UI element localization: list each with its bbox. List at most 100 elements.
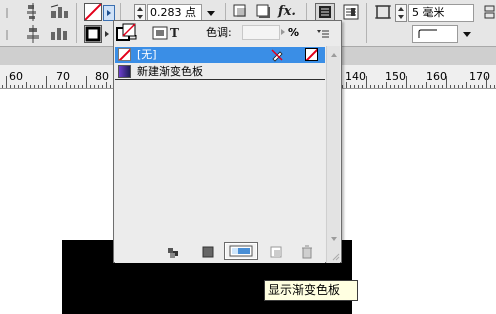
align-distribute-icon[interactable] xyxy=(24,3,42,21)
ruler-tick xyxy=(358,85,359,88)
ruler-tick xyxy=(10,85,11,88)
ruler-tick xyxy=(66,82,67,88)
ruler-tick xyxy=(382,85,383,88)
toolbar-separator xyxy=(366,3,367,43)
ruler-tick xyxy=(26,82,27,88)
tint-input[interactable] xyxy=(242,25,280,40)
fill-stroke-toggle-icon[interactable] xyxy=(116,23,138,43)
fill-dropdown-button[interactable] xyxy=(103,5,115,21)
ruler-tick xyxy=(386,82,387,88)
scroll-down-arrow-icon[interactable] xyxy=(327,232,341,246)
ruler-tick xyxy=(78,85,79,88)
ruler-tick xyxy=(18,85,19,88)
ruler-tick xyxy=(30,85,31,88)
ruler-tick xyxy=(366,76,367,88)
tint-label-text: 色调: xyxy=(206,26,232,39)
text-frame-options-icon[interactable] xyxy=(342,3,360,21)
toolbar-separator xyxy=(76,3,77,43)
ruler-label: 70 xyxy=(56,70,70,83)
ruler-tick xyxy=(482,85,483,88)
corner-shape-select[interactable] xyxy=(412,25,458,43)
ruler-tick xyxy=(74,85,75,88)
swatch-list: [无] 新建渐变色板 xyxy=(115,46,325,263)
ruler-tick xyxy=(434,85,435,88)
overflow-icon[interactable] xyxy=(484,4,496,20)
toolbar-edge-marker xyxy=(6,30,12,40)
shadow-box-icon[interactable] xyxy=(256,4,272,20)
ruler-tick xyxy=(402,85,403,88)
delete-swatch-trash-icon[interactable] xyxy=(300,244,314,260)
ruler-tick xyxy=(370,85,371,88)
tint-percent: % xyxy=(288,26,302,40)
ruler-tick xyxy=(474,85,475,88)
show-all-swatches-icon[interactable] xyxy=(166,245,182,259)
stroke-swatch-button[interactable] xyxy=(84,25,102,43)
gradient-swatch-icon xyxy=(118,65,131,78)
ruler-tick xyxy=(446,76,447,88)
ruler-tick xyxy=(98,85,99,88)
ruler-tick xyxy=(390,85,391,88)
tint-label: 色调: xyxy=(206,26,240,40)
corner-options-icon[interactable] xyxy=(374,3,392,21)
ruler-tick xyxy=(478,85,479,88)
fill-none-swatch-button[interactable] xyxy=(84,3,102,21)
ruler-tick xyxy=(466,82,467,88)
ruler-tick xyxy=(34,85,35,88)
ruler-tick xyxy=(374,85,375,88)
align-center-icon[interactable] xyxy=(24,25,42,43)
ruler-tick xyxy=(102,85,103,88)
ruler-tick xyxy=(14,85,15,88)
ruler-tick xyxy=(430,85,431,88)
ruler-tick xyxy=(422,85,423,88)
distribute-spacing-icon[interactable] xyxy=(49,3,69,21)
ruler-tick xyxy=(106,82,107,88)
swatch-row-none[interactable]: [无] xyxy=(115,47,325,63)
ruler-label: 60 xyxy=(9,70,23,83)
ruler-tick xyxy=(450,85,451,88)
corner-shape-dropdown[interactable] xyxy=(460,26,474,42)
ruler-tick xyxy=(362,85,363,88)
ruler-tick xyxy=(442,85,443,88)
stroke-weight-value: 0.283 点 xyxy=(150,6,196,19)
corner-size-field[interactable]: 5 毫米 xyxy=(408,4,474,22)
ruler-tick xyxy=(94,85,95,88)
swatch-row-new-gradient[interactable]: 新建渐变色板 xyxy=(115,64,325,80)
ruler-tick xyxy=(58,85,59,88)
formatting-affects-text-button[interactable]: T xyxy=(170,24,184,42)
ruler-tick xyxy=(6,76,7,88)
ruler-tick xyxy=(490,85,491,88)
swatches-dropdown-panel: T 色调: % [无] 新建渐变色板 xyxy=(113,20,342,263)
ruler-tick xyxy=(346,82,347,88)
ruler-tick xyxy=(350,85,351,88)
corner-size-stepper[interactable] xyxy=(395,4,407,22)
effects-fx-button[interactable]: fx. xyxy=(278,3,300,21)
panel-menu-icon[interactable] xyxy=(314,25,330,41)
ruler-tick xyxy=(454,85,455,88)
ruler-tick xyxy=(2,85,3,88)
swatch-list-scrollbar[interactable] xyxy=(326,46,340,263)
ruler-tick xyxy=(406,76,407,88)
ruler-tick xyxy=(398,85,399,88)
swatch-label: [无] xyxy=(137,48,157,61)
ruler-tick xyxy=(54,85,55,88)
ruler-tick xyxy=(90,85,91,88)
new-swatch-icon[interactable] xyxy=(268,245,284,259)
formatting-affects-container-icon[interactable] xyxy=(152,26,168,40)
resize-grip-icon[interactable] xyxy=(330,251,340,261)
show-color-swatches-icon[interactable] xyxy=(200,245,216,259)
distribute-horizontal-icon[interactable] xyxy=(49,25,69,43)
ruler-tick xyxy=(418,85,419,88)
scroll-up-arrow-icon[interactable] xyxy=(327,48,341,62)
show-gradient-swatches-button[interactable] xyxy=(224,242,258,260)
text-t-label: T xyxy=(170,26,179,40)
text-wrap-icon[interactable] xyxy=(315,3,335,21)
stroke-dropdown-button[interactable] xyxy=(103,27,111,41)
ruler-tick xyxy=(438,85,439,88)
drop-shadow-icon[interactable] xyxy=(233,4,249,20)
ruler-tick xyxy=(414,85,415,88)
ruler-tick xyxy=(86,76,87,88)
ruler-tick xyxy=(22,85,23,88)
tint-slider-arrow[interactable] xyxy=(279,27,287,37)
tooltip: 显示渐变色板 xyxy=(264,280,358,301)
tooltip-text: 显示渐变色板 xyxy=(268,283,341,297)
